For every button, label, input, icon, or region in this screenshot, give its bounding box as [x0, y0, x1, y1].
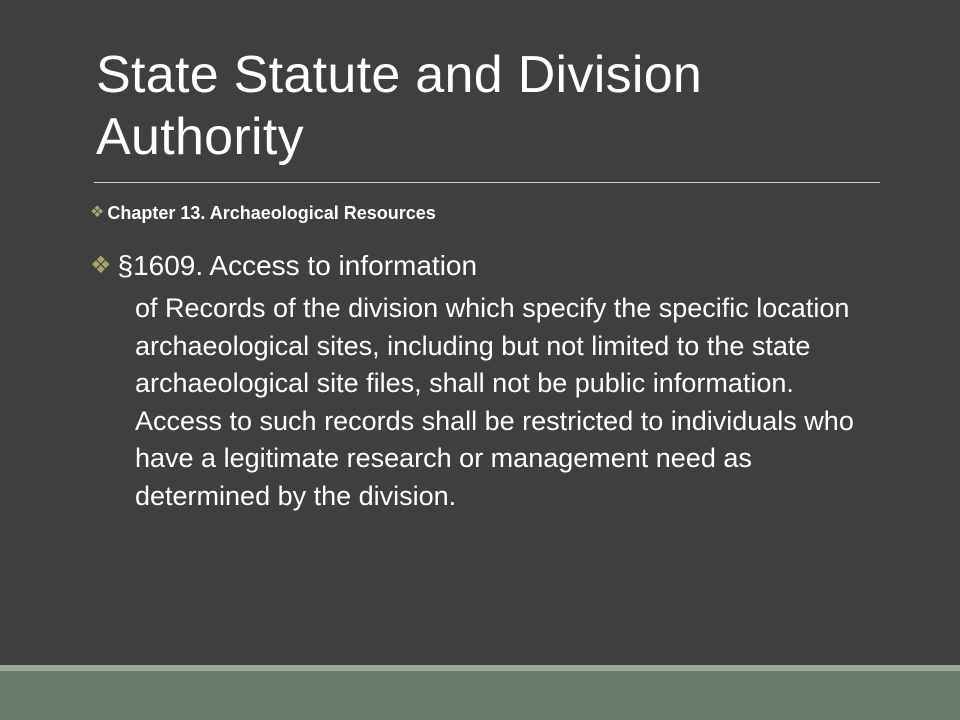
- bullet-section: ❖ §1609. Access to information: [90, 248, 477, 284]
- bullet-section-text: §1609. Access to information: [117, 250, 478, 281]
- body-paragraph: of Records of the division which specify…: [135, 293, 854, 511]
- bullet-chapter-text: Chapter 13. Archaeological Resources: [107, 203, 436, 223]
- footer-bar: [0, 671, 960, 720]
- diamond-bullet-icon: ❖: [90, 252, 112, 279]
- bullet-chapter: ❖ Chapter 13. Archaeological Resources: [90, 201, 436, 225]
- diamond-bullet-icon: ❖: [90, 204, 105, 221]
- slide-title: State Statute and Division Authority: [96, 46, 703, 166]
- title-divider: [94, 182, 880, 183]
- slide: State Statute and Division Authority ❖ C…: [0, 0, 960, 720]
